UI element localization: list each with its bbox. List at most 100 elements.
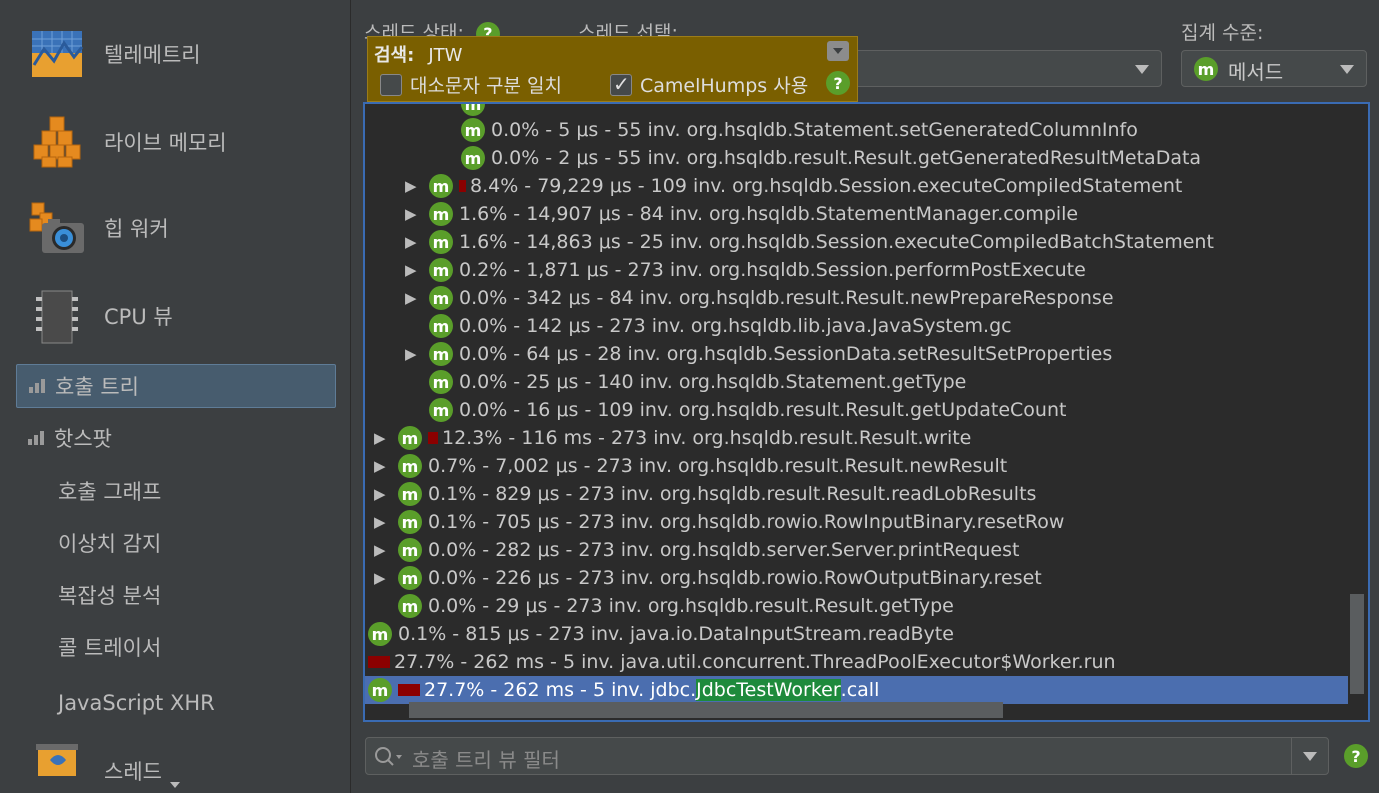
tree-row[interactable]: ▶ m 12.3% - 116 ms - 273 inv. org.hsqldb… xyxy=(374,424,971,452)
method-icon: m xyxy=(429,286,453,310)
method-icon: m xyxy=(461,146,485,170)
expand-arrow-icon[interactable]: ▶ xyxy=(374,541,398,559)
horizontal-scrollbar[interactable] xyxy=(409,702,1003,718)
sidebar-item-heap-walker[interactable]: 힙 워커 xyxy=(28,198,169,258)
sidebar-item-call-tracer[interactable]: 콜 트레이서 xyxy=(58,632,161,662)
camelhumps-label: CamelHumps 사용 xyxy=(640,75,809,97)
chevron-down-icon[interactable] xyxy=(1303,752,1317,761)
method-icon: m xyxy=(368,622,392,646)
method-icon: m xyxy=(429,370,453,394)
sidebar-item-label: 스레드 xyxy=(104,760,162,784)
tree-row-text: 0.1% - 829 μs - 273 inv. org.hsqldb.resu… xyxy=(428,483,1037,505)
expand-arrow-icon[interactable]: ▶ xyxy=(405,177,429,195)
tree-row[interactable]: m 0.0% - 2 μs - 55 inv. org.hsqldb.resul… xyxy=(461,144,1201,172)
tree-row[interactable]: 27.7% - 262 ms - 5 inv. java.util.concur… xyxy=(368,648,1116,676)
method-icon: m xyxy=(398,594,422,618)
aggregation-label: 집계 수준: xyxy=(1181,22,1264,44)
expand-arrow-icon[interactable]: ▶ xyxy=(405,233,429,251)
tree-row[interactable]: ▶ m 0.0% - 64 μs - 28 inv. org.hsqldb.Se… xyxy=(405,340,1112,368)
tree-row-text: 0.0% - 5 μs - 55 inv. org.hsqldb.Stateme… xyxy=(491,119,1138,141)
bar-chart-icon xyxy=(29,379,45,393)
tree-row[interactable]: m 0.0% - 29 μs - 273 inv. org.hsqldb.res… xyxy=(398,592,954,620)
method-icon: m xyxy=(461,104,485,116)
sidebar-item-hotspots[interactable]: 핫스팟 xyxy=(16,416,336,460)
tree-row[interactable]: m 0.0% - 5 μs - 55 inv. org.hsqldb.State… xyxy=(461,116,1138,144)
tree-row-text: 1.6% - 14,907 μs - 84 inv. org.hsqldb.St… xyxy=(459,203,1079,225)
tree-row[interactable]: m 0.0% - 142 μs - 273 inv. org.hsqldb.li… xyxy=(429,312,1012,340)
tree-row[interactable]: ▶ m 1.6% - 14,863 μs - 25 inv. org.hsqld… xyxy=(405,228,1214,256)
tree-row-text: 0.0% - 342 μs - 84 inv. org.hsqldb.resul… xyxy=(459,287,1114,309)
tree-row[interactable]: ▶ m 1.6% - 14,907 μs - 84 inv. org.hsqld… xyxy=(405,200,1078,228)
sidebar-item-call-tree[interactable]: 호출 트리 xyxy=(16,364,336,408)
tree-row[interactable]: ▶ m 0.0% - 282 μs - 273 inv. org.hsqldb.… xyxy=(374,536,1019,564)
tree-row[interactable]: ▶ m 0.2% - 1,871 μs - 273 inv. org.hsqld… xyxy=(405,256,1086,284)
tree-row[interactable]: ▶ m 0.7% - 7,002 μs - 273 inv. org.hsqld… xyxy=(374,452,1007,480)
expand-arrow-icon[interactable]: ▶ xyxy=(374,569,398,587)
expand-arrow-icon[interactable]: ▶ xyxy=(405,205,429,223)
sidebar-item-complexity-analysis[interactable]: 복잡성 분석 xyxy=(58,580,161,610)
heap-walker-icon xyxy=(28,199,86,257)
help-icon[interactable]: ? xyxy=(826,71,850,95)
tree-row[interactable]: ▶ m 8.4% - 79,229 μs - 109 inv. org.hsql… xyxy=(405,172,1182,200)
expand-arrow-icon[interactable]: ▶ xyxy=(405,289,429,307)
tree-row[interactable]: ▶ m 0.0% - 226 μs - 273 inv. org.hsqldb.… xyxy=(374,564,1042,592)
cpu-chip-icon xyxy=(28,287,86,345)
call-tree-filter-input[interactable]: 호출 트리 뷰 필터 xyxy=(365,737,1329,775)
search-history-dropdown-icon[interactable] xyxy=(827,41,849,61)
method-icon: m xyxy=(461,118,485,142)
tree-row-text: 0.7% - 7,002 μs - 273 inv. org.hsqldb.re… xyxy=(428,455,1008,477)
sidebar-item-telemetry[interactable]: 텔레메트리 xyxy=(28,24,201,84)
sidebar-item-cpu-view[interactable]: CPU 뷰 xyxy=(28,286,173,346)
aggregation-value: 메서드 xyxy=(1228,60,1284,84)
tree-row[interactable]: ▶ m 0.1% - 705 μs - 273 inv. org.hsqldb.… xyxy=(374,508,1064,536)
time-bar xyxy=(428,432,438,444)
call-tree-view[interactable]: m m 0.0% - 5 μs - 55 inv. org.hsqldb.Sta… xyxy=(363,102,1370,722)
sidebar-item-label: 핫스팟 xyxy=(54,427,112,451)
tree-row-text: 0.0% - 282 μs - 273 inv. org.hsqldb.serv… xyxy=(428,539,1020,561)
case-sensitive-label: 대소문자 구분 일치 xyxy=(410,75,562,97)
aggregation-dropdown[interactable]: m 메서드 xyxy=(1181,50,1367,87)
tree-row[interactable]: m 0.0% - 16 μs - 109 inv. org.hsqldb.res… xyxy=(429,396,1066,424)
case-sensitive-checkbox[interactable] xyxy=(380,73,402,96)
expand-arrow-icon[interactable]: ▶ xyxy=(405,261,429,279)
time-bar xyxy=(398,684,420,696)
expand-arrow-icon[interactable]: ▶ xyxy=(374,457,398,475)
tree-row-text: 0.2% - 1,871 μs - 273 inv. org.hsqldb.Se… xyxy=(459,259,1086,281)
camelhumps-option[interactable]: CamelHumps 사용 xyxy=(610,71,808,98)
sidebar-item-label: 힙 워커 xyxy=(104,217,169,241)
tree-row[interactable]: ▶ m 0.0% - 342 μs - 84 inv. org.hsqldb.r… xyxy=(405,284,1114,312)
expand-arrow-icon[interactable]: ▶ xyxy=(374,429,398,447)
search-label: 검색: xyxy=(374,45,415,66)
search-popup: 검색: JTW 대소문자 구분 일치 CamelHumps 사용 ? xyxy=(367,36,858,102)
case-sensitive-option[interactable]: 대소문자 구분 일치 xyxy=(380,71,562,98)
help-icon[interactable]: ? xyxy=(1344,744,1368,768)
sidebar-item-threads[interactable]: 스레드 xyxy=(28,742,162,793)
sidebar-item-javascript-xhr[interactable]: JavaScript XHR xyxy=(58,688,215,718)
sidebar-item-outlier-detection[interactable]: 이상치 감지 xyxy=(58,528,161,558)
search-value[interactable]: JTW xyxy=(428,45,462,66)
tree-row-selected[interactable]: m 27.7% - 262 ms - 5 inv. jdbc. JdbcTestW… xyxy=(365,676,1348,704)
sidebar-item-call-graph[interactable]: 호출 그래프 xyxy=(58,476,161,506)
camelhumps-checkbox[interactable] xyxy=(610,72,632,96)
scroll-down-icon[interactable] xyxy=(170,782,180,788)
telemetry-icon xyxy=(28,25,86,83)
expand-arrow-icon[interactable]: ▶ xyxy=(374,485,398,503)
expand-arrow-icon[interactable]: ▶ xyxy=(374,513,398,531)
method-icon: m xyxy=(368,678,392,702)
tree-row-text: 8.4% - 79,229 μs - 109 inv. org.hsqldb.S… xyxy=(470,175,1183,197)
expand-arrow-icon[interactable]: ▶ xyxy=(405,345,429,363)
time-bar xyxy=(368,656,390,668)
vertical-scrollbar[interactable] xyxy=(1350,594,1364,694)
method-icon: m xyxy=(398,538,422,562)
chevron-down-icon xyxy=(1135,65,1149,74)
divider xyxy=(1291,738,1292,774)
method-icon: m xyxy=(429,174,453,198)
search-icon xyxy=(375,747,402,766)
tree-row-text: 0.0% - 2 μs - 55 inv. org.hsqldb.result.… xyxy=(491,147,1202,169)
sidebar-item-label: 호출 트리 xyxy=(55,375,139,399)
tree-row[interactable]: m 0.0% - 25 μs - 140 inv. org.hsqldb.Sta… xyxy=(429,368,966,396)
sidebar-item-live-memory[interactable]: 라이브 메모리 xyxy=(28,112,227,172)
tree-row[interactable]: m 0.1% - 815 μs - 273 inv. java.io.DataI… xyxy=(368,620,954,648)
tree-row[interactable]: ▶ m 0.1% - 829 μs - 273 inv. org.hsqldb.… xyxy=(374,480,1036,508)
tree-row-text: 1.6% - 14,863 μs - 25 inv. org.hsqldb.Se… xyxy=(459,231,1214,253)
